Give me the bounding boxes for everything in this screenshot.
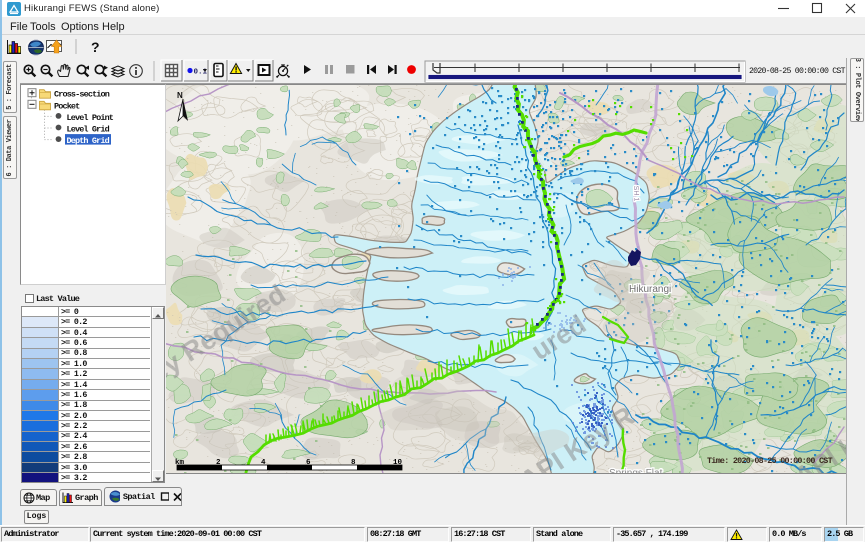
svg-text:Level Point: Level Point	[67, 113, 114, 123]
svg-text:SH 1: SH 1	[632, 186, 640, 202]
svg-text:2020-08-25 00:00:00 CST: 2020-08-25 00:00:00 CST	[749, 67, 846, 76]
svg-text:Depth Grid: Depth Grid	[67, 136, 110, 146]
svg-text:Cross-section: Cross-section	[54, 90, 110, 100]
svg-text:Pocket: Pocket	[54, 101, 80, 111]
svg-text:Time: 2020-08-25 00:00:00 CST: Time: 2020-08-25 00:00:00 CST	[707, 456, 833, 466]
svg-text:Hikurangi: Hikurangi	[629, 284, 671, 295]
svg-text:N: N	[177, 91, 183, 100]
svg-text:Level Grid: Level Grid	[67, 125, 110, 135]
svg-text:?: ?	[91, 39, 100, 55]
